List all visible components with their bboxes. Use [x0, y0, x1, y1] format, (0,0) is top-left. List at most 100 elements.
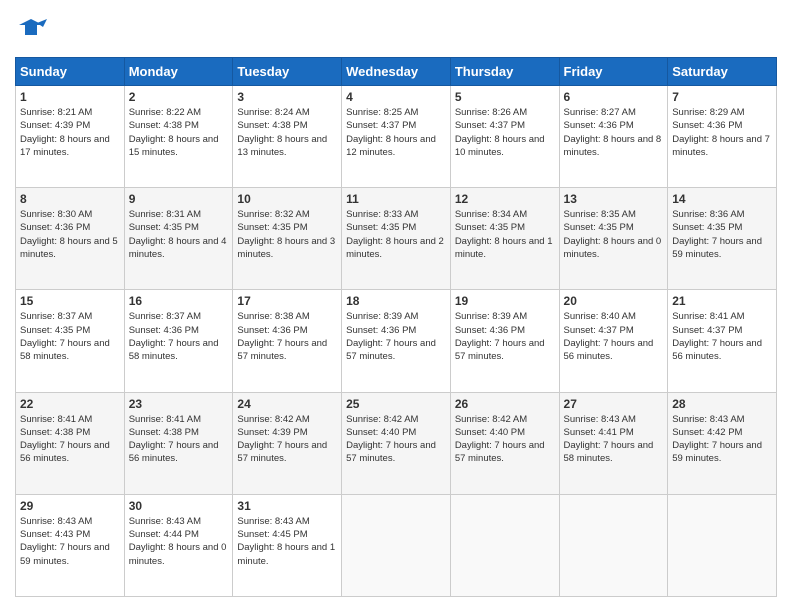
calendar-cell: 20 Sunrise: 8:40 AMSunset: 4:37 PMDayligh…	[559, 290, 668, 392]
day-number: 1	[20, 90, 120, 104]
day-number: 29	[20, 499, 120, 513]
day-number: 21	[672, 294, 772, 308]
cell-sunrise: Sunrise: 8:32 AMSunset: 4:35 PMDaylight:…	[237, 209, 335, 260]
calendar-cell: 9Sunrise: 8:31 AMSunset: 4:35 PMDaylight…	[124, 188, 233, 290]
day-number: 15	[20, 294, 120, 308]
calendar-week-row: 29 Sunrise: 8:43 AMSunset: 4:43 PMDayligh…	[16, 494, 777, 596]
calendar-cell: 22 Sunrise: 8:41 AMSunset: 4:38 PMDayligh…	[16, 392, 125, 494]
cell-sunrise: Sunrise: 8:43 AMSunset: 4:43 PMDaylight:…	[20, 516, 110, 567]
calendar-day-header: Wednesday	[342, 58, 451, 86]
cell-sunrise: Sunrise: 8:42 AMSunset: 4:40 PMDaylight:…	[346, 414, 436, 465]
calendar-cell: 6 Sunrise: 8:27 AMSunset: 4:36 PMDaylight…	[559, 86, 668, 188]
calendar-cell	[668, 494, 777, 596]
calendar-cell: 7Sunrise: 8:29 AMSunset: 4:36 PMDaylight…	[668, 86, 777, 188]
cell-sunrise: Sunrise: 8:29 AMSunset: 4:36 PMDaylight:…	[672, 107, 770, 158]
cell-sunrise: Sunrise: 8:35 AMSunset: 4:35 PMDaylight:…	[564, 209, 662, 260]
day-number: 28	[672, 397, 772, 411]
cell-sunrise: Sunrise: 8:22 AMSunset: 4:38 PMDaylight:…	[129, 107, 219, 158]
day-number: 27	[564, 397, 664, 411]
day-number: 3	[237, 90, 337, 104]
calendar-cell: 26 Sunrise: 8:42 AMSunset: 4:40 PMDayligh…	[450, 392, 559, 494]
cell-sunrise: Sunrise: 8:43 AMSunset: 4:44 PMDaylight:…	[129, 516, 227, 567]
day-number: 4	[346, 90, 446, 104]
cell-sunrise: Sunrise: 8:40 AMSunset: 4:37 PMDaylight:…	[564, 311, 654, 362]
day-number: 20	[564, 294, 664, 308]
calendar-day-header: Sunday	[16, 58, 125, 86]
cell-sunrise: Sunrise: 8:34 AMSunset: 4:35 PMDaylight:…	[455, 209, 553, 260]
logo-icon	[15, 15, 47, 47]
day-number: 14	[672, 192, 772, 206]
cell-sunrise: Sunrise: 8:27 AMSunset: 4:36 PMDaylight:…	[564, 107, 662, 158]
day-number: 25	[346, 397, 446, 411]
day-number: 12	[455, 192, 555, 206]
day-number: 13	[564, 192, 664, 206]
cell-sunrise: Sunrise: 8:36 AMSunset: 4:35 PMDaylight:…	[672, 209, 762, 260]
day-number: 19	[455, 294, 555, 308]
calendar-cell: 24 Sunrise: 8:42 AMSunset: 4:39 PMDayligh…	[233, 392, 342, 494]
calendar-cell: 27 Sunrise: 8:43 AMSunset: 4:41 PMDayligh…	[559, 392, 668, 494]
logo	[15, 15, 51, 47]
calendar-week-row: 22 Sunrise: 8:41 AMSunset: 4:38 PMDayligh…	[16, 392, 777, 494]
cell-sunrise: Sunrise: 8:42 AMSunset: 4:39 PMDaylight:…	[237, 414, 327, 465]
cell-sunrise: Sunrise: 8:39 AMSunset: 4:36 PMDaylight:…	[346, 311, 436, 362]
calendar-day-header: Tuesday	[233, 58, 342, 86]
calendar-day-header: Thursday	[450, 58, 559, 86]
calendar-week-row: 15 Sunrise: 8:37 AMSunset: 4:35 PMDayligh…	[16, 290, 777, 392]
cell-sunrise: Sunrise: 8:25 AMSunset: 4:37 PMDaylight:…	[346, 107, 436, 158]
calendar-cell: 13 Sunrise: 8:35 AMSunset: 4:35 PMDayligh…	[559, 188, 668, 290]
cell-sunrise: Sunrise: 8:43 AMSunset: 4:42 PMDaylight:…	[672, 414, 762, 465]
day-number: 16	[129, 294, 229, 308]
day-number: 2	[129, 90, 229, 104]
calendar-header-row: SundayMondayTuesdayWednesdayThursdayFrid…	[16, 58, 777, 86]
calendar-cell: 29 Sunrise: 8:43 AMSunset: 4:43 PMDayligh…	[16, 494, 125, 596]
calendar-cell	[450, 494, 559, 596]
cell-sunrise: Sunrise: 8:26 AMSunset: 4:37 PMDaylight:…	[455, 107, 545, 158]
day-number: 11	[346, 192, 446, 206]
cell-sunrise: Sunrise: 8:24 AMSunset: 4:38 PMDaylight:…	[237, 107, 327, 158]
calendar-cell: 18 Sunrise: 8:39 AMSunset: 4:36 PMDayligh…	[342, 290, 451, 392]
calendar-cell: 16Sunrise: 8:37 AMSunset: 4:36 PMDayligh…	[124, 290, 233, 392]
day-number: 17	[237, 294, 337, 308]
calendar-cell: 19 Sunrise: 8:39 AMSunset: 4:36 PMDayligh…	[450, 290, 559, 392]
cell-sunrise: Sunrise: 8:41 AMSunset: 4:38 PMDaylight:…	[20, 414, 110, 465]
calendar-day-header: Monday	[124, 58, 233, 86]
calendar-cell: 12 Sunrise: 8:34 AMSunset: 4:35 PMDayligh…	[450, 188, 559, 290]
day-number: 6	[564, 90, 664, 104]
day-number: 22	[20, 397, 120, 411]
calendar-cell: 21Sunrise: 8:41 AMSunset: 4:37 PMDayligh…	[668, 290, 777, 392]
calendar-cell: 4 Sunrise: 8:25 AMSunset: 4:37 PMDaylight…	[342, 86, 451, 188]
cell-sunrise: Sunrise: 8:39 AMSunset: 4:36 PMDaylight:…	[455, 311, 545, 362]
cell-sunrise: Sunrise: 8:41 AMSunset: 4:38 PMDaylight:…	[129, 414, 219, 465]
cell-sunrise: Sunrise: 8:42 AMSunset: 4:40 PMDaylight:…	[455, 414, 545, 465]
calendar-cell: 15 Sunrise: 8:37 AMSunset: 4:35 PMDayligh…	[16, 290, 125, 392]
calendar-cell: 17Sunrise: 8:38 AMSunset: 4:36 PMDayligh…	[233, 290, 342, 392]
calendar-cell: 31Sunrise: 8:43 AMSunset: 4:45 PMDayligh…	[233, 494, 342, 596]
calendar-cell: 23 Sunrise: 8:41 AMSunset: 4:38 PMDayligh…	[124, 392, 233, 494]
calendar-cell: 28 Sunrise: 8:43 AMSunset: 4:42 PMDayligh…	[668, 392, 777, 494]
day-number: 26	[455, 397, 555, 411]
day-number: 30	[129, 499, 229, 513]
cell-sunrise: Sunrise: 8:43 AMSunset: 4:45 PMDaylight:…	[237, 516, 335, 567]
day-number: 5	[455, 90, 555, 104]
cell-sunrise: Sunrise: 8:33 AMSunset: 4:35 PMDaylight:…	[346, 209, 444, 260]
calendar-cell: 1 Sunrise: 8:21 AMSunset: 4:39 PMDaylight…	[16, 86, 125, 188]
calendar-cell: 11 Sunrise: 8:33 AMSunset: 4:35 PMDayligh…	[342, 188, 451, 290]
calendar-cell	[342, 494, 451, 596]
day-number: 24	[237, 397, 337, 411]
calendar-cell: 30 Sunrise: 8:43 AMSunset: 4:44 PMDayligh…	[124, 494, 233, 596]
cell-sunrise: Sunrise: 8:21 AMSunset: 4:39 PMDaylight:…	[20, 107, 110, 158]
day-number: 23	[129, 397, 229, 411]
cell-sunrise: Sunrise: 8:37 AMSunset: 4:35 PMDaylight:…	[20, 311, 110, 362]
calendar-cell: 2 Sunrise: 8:22 AMSunset: 4:38 PMDaylight…	[124, 86, 233, 188]
day-number: 18	[346, 294, 446, 308]
calendar-cell: 10Sunrise: 8:32 AMSunset: 4:35 PMDayligh…	[233, 188, 342, 290]
day-number: 8	[20, 192, 120, 206]
calendar-day-header: Friday	[559, 58, 668, 86]
cell-sunrise: Sunrise: 8:43 AMSunset: 4:41 PMDaylight:…	[564, 414, 654, 465]
calendar-cell: 5 Sunrise: 8:26 AMSunset: 4:37 PMDaylight…	[450, 86, 559, 188]
calendar-table: SundayMondayTuesdayWednesdayThursdayFrid…	[15, 57, 777, 597]
calendar-week-row: 8Sunrise: 8:30 AMSunset: 4:36 PMDaylight…	[16, 188, 777, 290]
page: SundayMondayTuesdayWednesdayThursdayFrid…	[0, 0, 792, 612]
calendar-cell: 14 Sunrise: 8:36 AMSunset: 4:35 PMDayligh…	[668, 188, 777, 290]
day-number: 9	[129, 192, 229, 206]
